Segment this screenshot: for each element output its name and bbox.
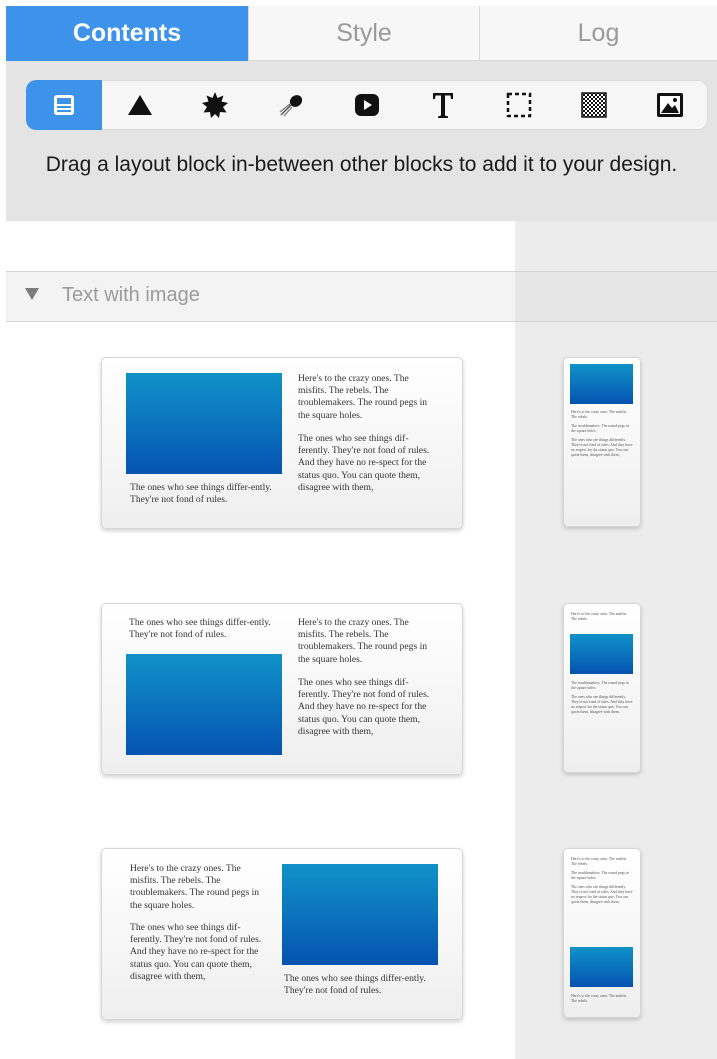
thumbnail-text: The ones who see things differently. The…: [571, 438, 633, 457]
video-button[interactable]: [329, 80, 405, 130]
tab-contents[interactable]: Contents: [6, 6, 248, 61]
image-caption: The ones who see things differ-ently. Th…: [129, 617, 271, 641]
image-placeholder: [282, 864, 438, 965]
body-paragraph: The ones who see things dif-ferently. Th…: [130, 922, 262, 982]
image-placeholder: [570, 364, 633, 404]
layout-thumbnail-image-bottom[interactable]: Here's to the crazy ones. The misfits. T…: [563, 848, 641, 1018]
image-caption: The ones who see things differ-ently. Th…: [130, 482, 272, 506]
thumbnail-text: Here's to the crazy ones. The misfits. T…: [571, 612, 628, 621]
pattern-button[interactable]: [556, 80, 632, 130]
image-placeholder: [570, 634, 633, 674]
layout-block-icon: [53, 95, 74, 115]
thumbnail-text: The troublemakers. The round pegs in the…: [571, 871, 629, 880]
tab-style[interactable]: Style: [248, 6, 480, 61]
body-paragraph: The ones who see things dif-ferently. Th…: [298, 677, 430, 737]
selection-button[interactable]: [481, 80, 557, 130]
disclosure-triangle-icon[interactable]: [25, 288, 39, 300]
tab-log[interactable]: Log: [480, 6, 717, 61]
thumbnail-text: The ones who see things differently. The…: [571, 885, 633, 904]
starburst-button[interactable]: [178, 80, 254, 130]
layout-thumbnail-image-middle[interactable]: Here's to the crazy ones. The misfits. T…: [563, 603, 641, 773]
intro-paragraph: Here's to the crazy ones. The misfits. T…: [298, 617, 428, 665]
image-placeholder: [570, 947, 633, 987]
layout-block-button[interactable]: [26, 80, 102, 130]
image-icon: [657, 93, 684, 117]
layout-thumbnail-image-top[interactable]: Here's to the crazy ones. The misfits. T…: [563, 357, 641, 527]
brush-icon: [279, 95, 303, 117]
thumbnail-text: The troublemakers. The round pegs in the…: [571, 681, 629, 690]
body-paragraph: The ones who see things dif-ferently. Th…: [298, 433, 430, 493]
thumbnail-text: Here's to the crazy ones. The misfits. T…: [571, 410, 628, 419]
selection-icon: [506, 92, 531, 118]
block-type-selector: [26, 80, 708, 130]
layout-block-image-right[interactable]: Here's to the crazy ones. The misfits. T…: [101, 848, 463, 1020]
toolbar-area: Drag a layout block in-between other blo…: [6, 61, 717, 221]
tab-bar: Contents Style Log: [6, 6, 717, 61]
image-caption: The ones who see things differ-ently. Th…: [284, 973, 426, 997]
video-icon: [355, 94, 380, 116]
text-button[interactable]: [405, 80, 481, 130]
thumbnail-text: The ones who see things differently. The…: [571, 695, 633, 714]
thumbnail-text: Here's to the crazy ones. The misfits. T…: [571, 994, 628, 1003]
shape-button[interactable]: [102, 80, 178, 130]
thumbnail-text: The troublemakers. The round pegs in the…: [571, 424, 629, 433]
section-title: Text with image: [62, 284, 200, 306]
intro-paragraph: Here's to the crazy ones. The misfits. T…: [130, 863, 260, 911]
layout-block-image-left[interactable]: The ones who see things differ-ently. Th…: [101, 357, 463, 529]
text-icon: [432, 93, 453, 118]
image-placeholder: [126, 654, 282, 755]
pattern-icon: [581, 92, 608, 118]
image-button[interactable]: [632, 80, 708, 130]
drag-hint-text: Drag a layout block in-between other blo…: [45, 153, 678, 176]
intro-paragraph: Here's to the crazy ones. The misfits. T…: [298, 373, 428, 421]
image-placeholder: [126, 373, 282, 474]
brush-button[interactable]: [253, 80, 329, 130]
thumbnail-text: Here's to the crazy ones. The misfits. T…: [571, 857, 628, 866]
starburst-icon: [202, 92, 229, 118]
shape-icon: [127, 95, 152, 115]
section-header[interactable]: Text with image: [6, 271, 717, 322]
layout-block-image-left-captioned[interactable]: The ones who see things differ-ently. Th…: [101, 603, 463, 775]
